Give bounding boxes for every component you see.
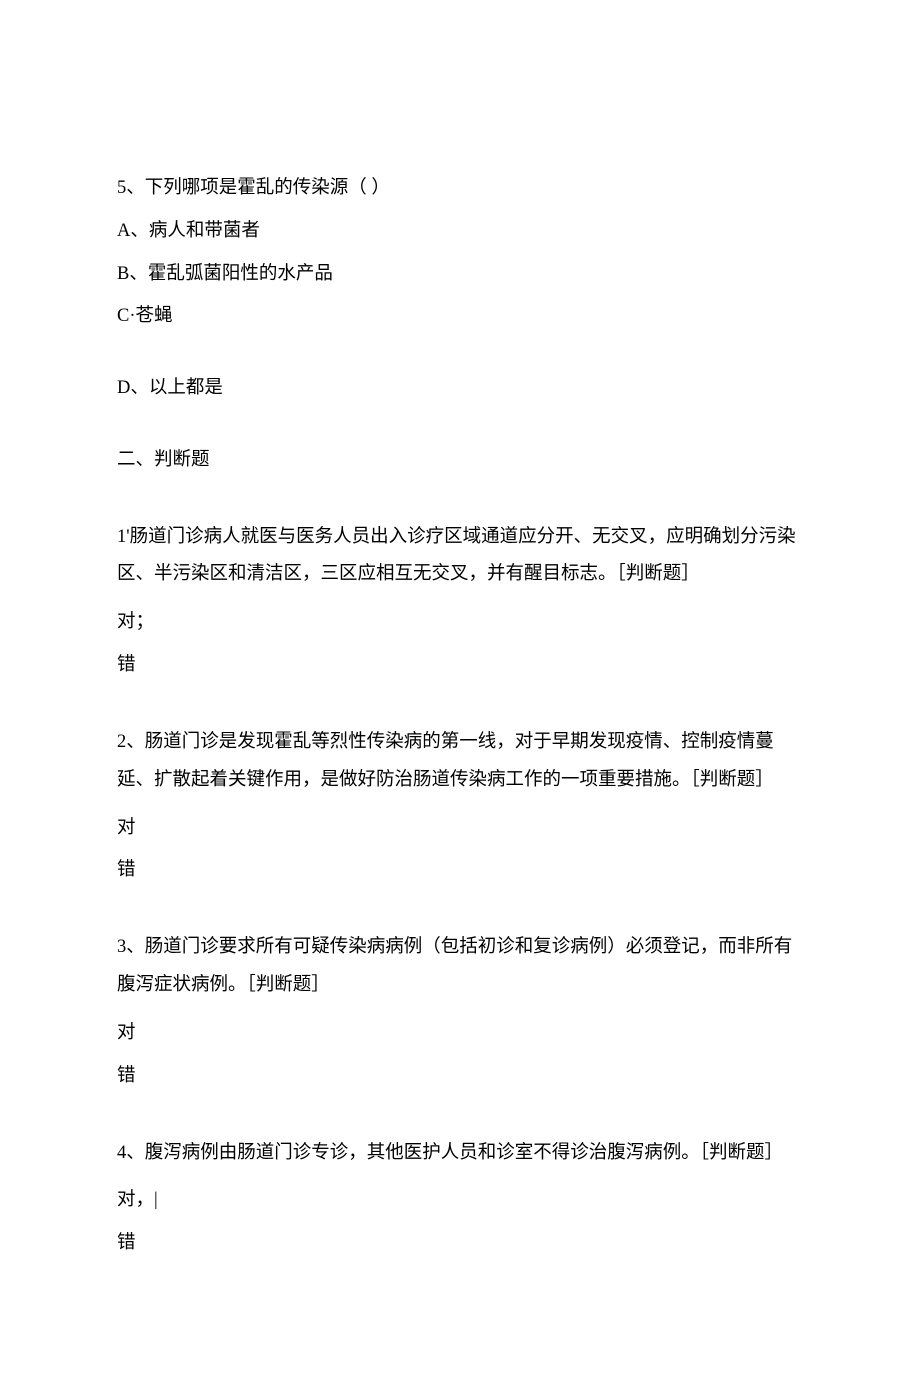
judge-1-false: 错 <box>117 652 800 680</box>
judge-4-text: 4、腹泻病例由肠道门诊专诊，其他医护人员和诊室不得诊治腹泻病例。［判断题］ <box>117 1135 800 1173</box>
judge-3-text: 3、肠道门诊要求所有可疑传染病病例（包括初诊和复诊病例）必须登记，而非所有腹泻症… <box>117 929 800 1005</box>
judge-4-false: 错 <box>117 1230 800 1258</box>
q5-option-a: A、病人和带菌者 <box>117 218 800 246</box>
judge-3-false: 错 <box>117 1063 800 1091</box>
judge-2-false: 错 <box>117 857 800 885</box>
judge-3: 3、肠道门诊要求所有可疑传染病病例（包括初诊和复诊病例）必须登记，而非所有腹泻症… <box>117 929 800 1090</box>
judge-1: 1'肠道门诊病人就医与医务人员出入诊疗区域通道应分开、无交叉，应明确划分污染区、… <box>117 519 800 680</box>
q5-option-c: C·苍蝇 <box>117 303 800 331</box>
judge-2-true: 对 <box>117 815 800 843</box>
q5-option-d: D、以上都是 <box>117 375 800 403</box>
judge-2: 2、肠道门诊是发现霍乱等烈性传染病的第一线，对于早期发现疫情、控制疫情蔓延、扩散… <box>117 724 800 885</box>
judge-3-true: 对 <box>117 1020 800 1048</box>
judge-1-true: 对； <box>117 609 800 637</box>
judge-4-true: 对，| <box>117 1187 800 1215</box>
judge-1-text: 1'肠道门诊病人就医与医务人员出入诊疗区域通道应分开、无交叉，应明确划分污染区、… <box>117 519 800 595</box>
q5-stem: 5、下列哪项是霍乱的传染源（ ） <box>117 175 800 203</box>
judge-4: 4、腹泻病例由肠道门诊专诊，其他医护人员和诊室不得诊治腹泻病例。［判断题］ 对，… <box>117 1135 800 1258</box>
q5-option-d-block: D、以上都是 <box>117 375 800 403</box>
judge-2-text: 2、肠道门诊是发现霍乱等烈性传染病的第一线，对于早期发现疫情、控制疫情蔓延、扩散… <box>117 724 800 800</box>
question-5: 5、下列哪项是霍乱的传染源（ ） A、病人和带菌者 B、霍乱弧菌阳性的水产品 C… <box>117 175 800 331</box>
section-2-heading: 二、判断题 <box>117 447 800 475</box>
q5-option-b: B、霍乱弧菌阳性的水产品 <box>117 261 800 289</box>
